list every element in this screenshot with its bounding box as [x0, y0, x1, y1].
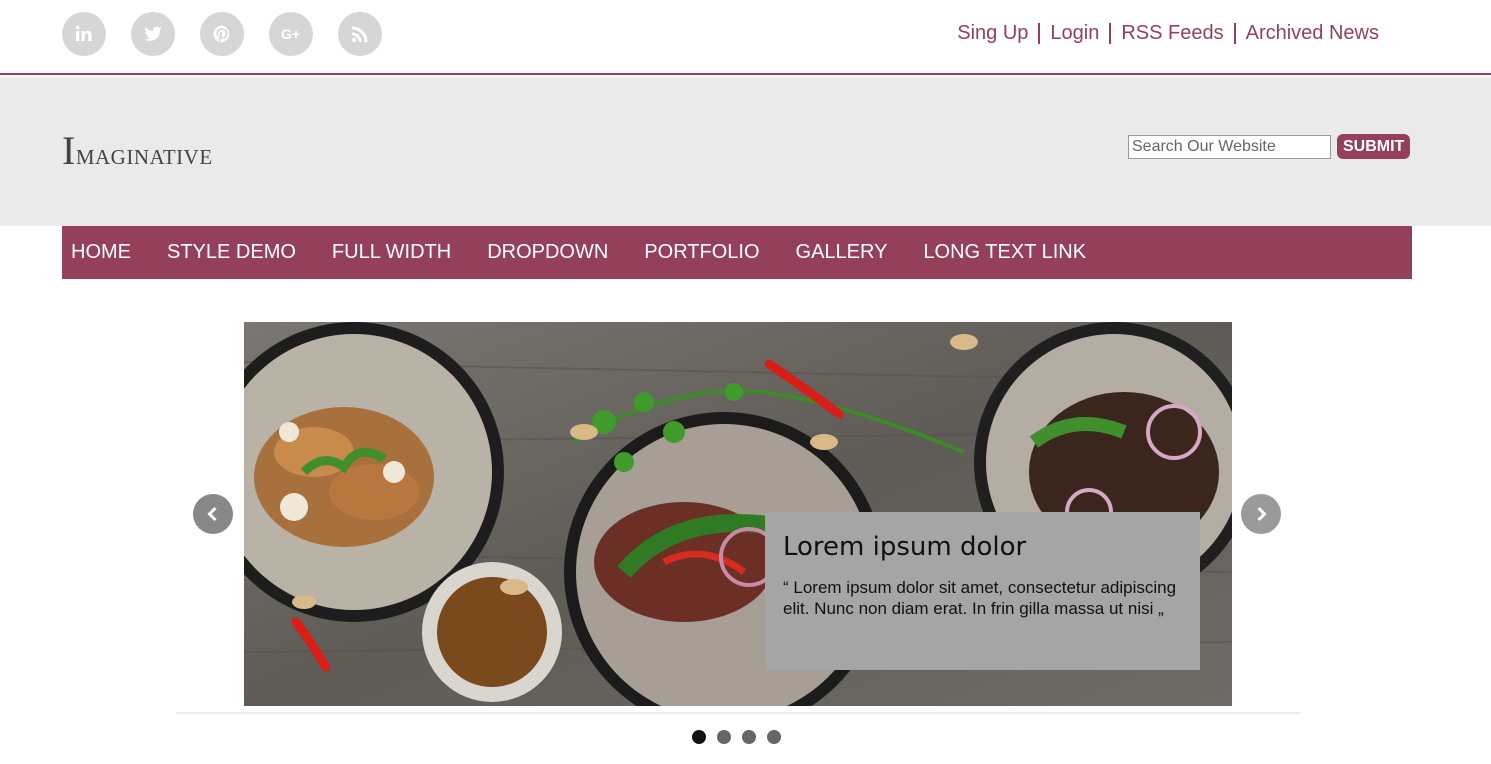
nav-item-home[interactable]: HOME: [71, 241, 131, 264]
search-input[interactable]: [1128, 134, 1331, 159]
top-links: Sing Up Login RSS Feeds Archived News: [947, 21, 1389, 45]
nav-item-gallery[interactable]: GALLERY: [796, 241, 888, 264]
search-form: SUBMIT: [1128, 134, 1411, 159]
main-nav: HOME STYLE DEMO FULL WIDTH DROPDOWN PORT…: [62, 226, 1412, 279]
slider-dot-1[interactable]: [692, 730, 706, 744]
nav-item-full-width[interactable]: FULL WIDTH: [332, 241, 451, 264]
hero-slider: Lorem ipsum dolor “ Lorem ipsum dolor si…: [244, 322, 1232, 706]
signup-link[interactable]: Sing Up: [947, 21, 1038, 45]
top-bar: G+ Sing Up Login RSS Feeds Archived News: [0, 0, 1491, 75]
archived-news-link[interactable]: Archived News: [1236, 21, 1389, 45]
slider-dot-4[interactable]: [767, 730, 781, 744]
rss-feeds-link[interactable]: RSS Feeds: [1111, 21, 1233, 45]
logo-initial: I: [62, 128, 76, 173]
nav-item-dropdown[interactable]: DROPDOWN: [487, 241, 608, 264]
slider-dot-2[interactable]: [717, 730, 731, 744]
nav-item-portfolio[interactable]: PORTFOLIO: [644, 241, 759, 264]
logo-text: maginative: [75, 138, 213, 171]
svg-text:G+: G+: [281, 26, 300, 42]
twitter-icon[interactable]: [131, 12, 175, 56]
slide-caption: Lorem ipsum dolor “ Lorem ipsum dolor si…: [765, 512, 1200, 670]
rss-icon[interactable]: [338, 12, 382, 56]
nav-item-style-demo[interactable]: STYLE DEMO: [167, 241, 296, 264]
caption-title: Lorem ipsum dolor: [783, 532, 1027, 562]
caption-text: “ Lorem ipsum dolor sit amet, consectetu…: [783, 578, 1177, 618]
google-plus-icon[interactable]: G+: [269, 12, 313, 56]
nav-item-long-text-link[interactable]: LONG TEXT LINK: [923, 241, 1086, 264]
linkedin-icon[interactable]: [62, 12, 106, 56]
social-links: G+: [62, 12, 382, 56]
slider-dot-3[interactable]: [742, 730, 756, 744]
slider-next-button[interactable]: [1241, 494, 1281, 534]
submit-button[interactable]: SUBMIT: [1337, 134, 1411, 159]
slider-prev-button[interactable]: [193, 494, 233, 534]
chevron-right-icon: [1257, 506, 1267, 522]
site-logo[interactable]: Imaginative: [62, 127, 213, 174]
slider-divider: [176, 712, 1300, 714]
pinterest-icon[interactable]: [200, 12, 244, 56]
slider-pagination: [692, 730, 781, 744]
login-link[interactable]: Login: [1040, 21, 1109, 45]
site-header: Imaginative SUBMIT: [0, 77, 1491, 226]
chevron-left-icon: [207, 506, 217, 522]
